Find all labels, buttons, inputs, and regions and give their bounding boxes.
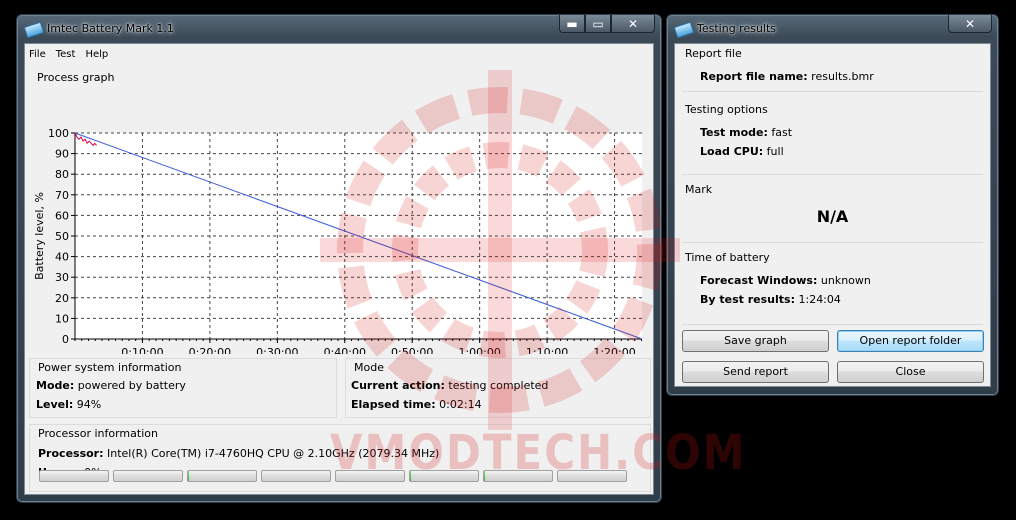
minimize-button[interactable]: ▬ <box>559 15 585 33</box>
power-mode-value: powered by battery <box>77 379 186 392</box>
main-window-title: Imtec Battery Mark 1.1 <box>47 22 174 35</box>
y-tick-label: 40 <box>55 251 69 264</box>
forecast-windows-label: Forecast Windows: <box>700 274 818 287</box>
power-mode-label: Mode: <box>36 379 75 392</box>
y-tick-label: 90 <box>55 148 69 161</box>
main-titlebar[interactable]: Imtec Battery Mark 1.1 ▬ ▭ ✕ <box>17 15 661 43</box>
x-tick-label: 0:20:00 <box>189 346 231 354</box>
cpu-core-bar-1 <box>39 470 109 482</box>
power-system-group: Power system information Mode: powered b… <box>29 358 337 418</box>
results-window-title: Testing results <box>697 22 777 35</box>
battery-level-label: Level: <box>36 398 74 411</box>
current-action-label: Current action: <box>351 379 445 392</box>
report-file-label: Report file <box>685 47 746 60</box>
close-button[interactable]: ✕ <box>611 15 655 33</box>
mark-group: Mark N/A <box>682 180 983 243</box>
by-test-results-label: By test results: <box>700 293 795 306</box>
y-tick-label: 10 <box>55 312 69 325</box>
y-tick-label: 80 <box>55 168 69 181</box>
save-graph-button[interactable]: Save graph <box>682 330 829 352</box>
time-of-battery-group: Time of battery Forecast Windows: unknow… <box>682 248 983 325</box>
mark-label: Mark <box>685 183 717 196</box>
x-tick-label: 0:10:00 <box>121 346 163 354</box>
load-cpu-label: Load CPU: <box>700 145 764 158</box>
close-results-button[interactable]: Close <box>837 361 984 383</box>
send-report-button[interactable]: Send report <box>682 361 829 383</box>
x-tick-label: 0:30:00 <box>256 346 298 354</box>
menu-test[interactable]: Test <box>56 49 76 60</box>
y-tick-label: 70 <box>55 189 69 202</box>
elapsed-time-label: Elapsed time: <box>351 398 436 411</box>
mark-value: N/A <box>816 207 849 226</box>
open-report-folder-button[interactable]: Open report folder <box>837 330 984 352</box>
y-tick-label: 30 <box>55 271 69 284</box>
results-app-icon <box>673 21 695 39</box>
power-system-label: Power system information <box>38 361 186 374</box>
maximize-button[interactable]: ▭ <box>585 15 611 33</box>
mode-group: Mode Current action: testing completed E… <box>345 358 651 418</box>
processor-info-label: Processor information <box>38 427 162 440</box>
x-tick-label: 1:00:00 <box>458 346 500 354</box>
forecast-windows-value: unknown <box>820 274 871 287</box>
menu-help[interactable]: Help <box>85 49 108 60</box>
results-titlebar[interactable]: Testing results ✕ <box>667 15 998 43</box>
time-of-battery-label: Time of battery <box>685 251 774 264</box>
menu-file[interactable]: File <box>29 49 46 60</box>
battery-level-value: 94% <box>76 398 102 411</box>
report-file-name-value: results.bmr <box>811 70 874 83</box>
cpu-core-bar-3 <box>187 470 257 482</box>
report-file-name-label: Report file name: <box>700 70 808 83</box>
process-graph-group: Process graph 0 10 20 30 40 50 60 70 80 90 100 0:10… <box>28 70 650 355</box>
y-tick-label: 50 <box>55 230 69 243</box>
results-client-area: Report file Report file name: results.bm… <box>674 43 991 387</box>
y-tick-label: 20 <box>55 292 69 305</box>
x-tick-label: 1:20:00 <box>593 346 635 354</box>
y-tick-label: 60 <box>55 209 69 222</box>
y-tick-label: 100 <box>48 127 69 140</box>
elapsed-time-value: 0:02:14 <box>439 398 482 411</box>
y-axis-label: Battery level, % <box>33 192 46 280</box>
testing-options-group: Testing options Test mode: fast Load CPU… <box>682 100 983 175</box>
results-close-button[interactable]: ✕ <box>948 15 992 33</box>
load-cpu-value: full <box>766 145 784 158</box>
report-file-group: Report file Report file name: results.bm… <box>682 44 983 92</box>
cpu-core-bar-2 <box>113 470 183 482</box>
x-tick-label: 0:40:00 <box>324 346 366 354</box>
cpu-core-bar-4 <box>261 470 331 482</box>
testing-options-label: Testing options <box>685 103 772 116</box>
current-action-value: testing completed <box>448 379 549 392</box>
x-tick-label: 0:50:00 <box>391 346 433 354</box>
mode-label: Mode <box>354 361 388 374</box>
processor-label: Processor: <box>38 447 104 460</box>
by-test-results-value: 1:24:04 <box>798 293 841 306</box>
menu-bar: File Test Help <box>29 49 108 60</box>
testing-results-window[interactable]: Testing results ✕ Report file Report fil… <box>666 14 999 396</box>
x-tick-label: 1:10:00 <box>526 346 568 354</box>
y-tick-label: 0 <box>62 333 69 346</box>
battery-app-icon <box>23 21 45 39</box>
watermark-text: VMODTECH.COM <box>330 424 747 481</box>
battery-chart: 0 10 20 30 40 50 60 70 80 90 100 0:10:00 0:20:00 0:30… <box>33 127 643 354</box>
test-mode-value: fast <box>771 126 793 139</box>
test-mode-label: Test mode: <box>700 126 768 139</box>
